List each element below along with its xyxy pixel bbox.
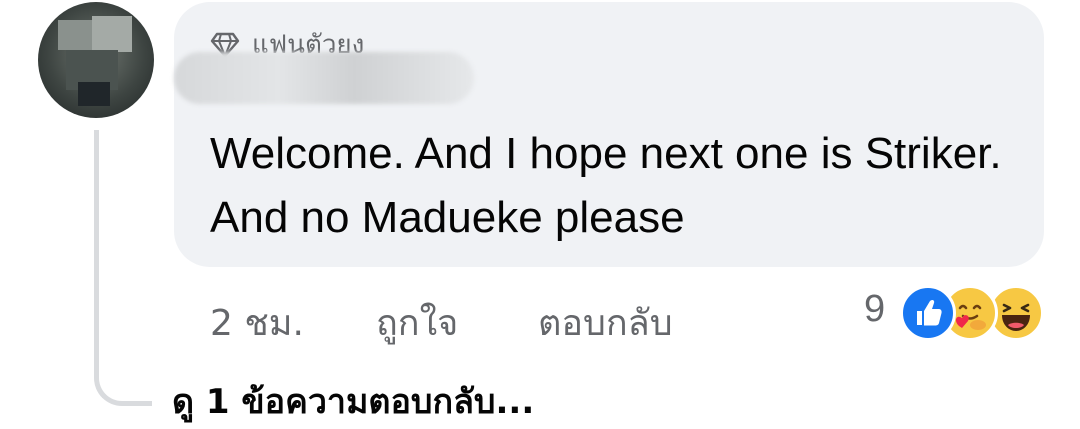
reply-button[interactable]: ตอบกลับ (538, 294, 673, 351)
avatar-pixel (78, 82, 110, 106)
thread-connector-line (94, 130, 152, 406)
like-button[interactable]: ถูกใจ (376, 294, 458, 351)
comment-timestamp[interactable]: 2 ชม. (210, 294, 304, 351)
comment-text: Welcome. And I hope next one is Striker.… (210, 129, 1002, 242)
reaction-count[interactable]: 9 (864, 288, 885, 331)
author-name-redacted[interactable] (174, 52, 474, 104)
comment-thread: แฟนตัวยง Welcome. And I hope next one is… (0, 0, 1080, 429)
avatar-pixel (92, 16, 132, 52)
reaction-summary[interactable] (900, 285, 1050, 341)
avatar-pixel (58, 20, 92, 50)
comment-bubble: แฟนตัวยง Welcome. And I hope next one is… (174, 2, 1044, 267)
like-reaction-icon (900, 285, 956, 341)
view-replies-link[interactable]: ดู 1 ข้อความตอบกลับ... (172, 374, 534, 428)
avatar[interactable] (38, 2, 154, 118)
